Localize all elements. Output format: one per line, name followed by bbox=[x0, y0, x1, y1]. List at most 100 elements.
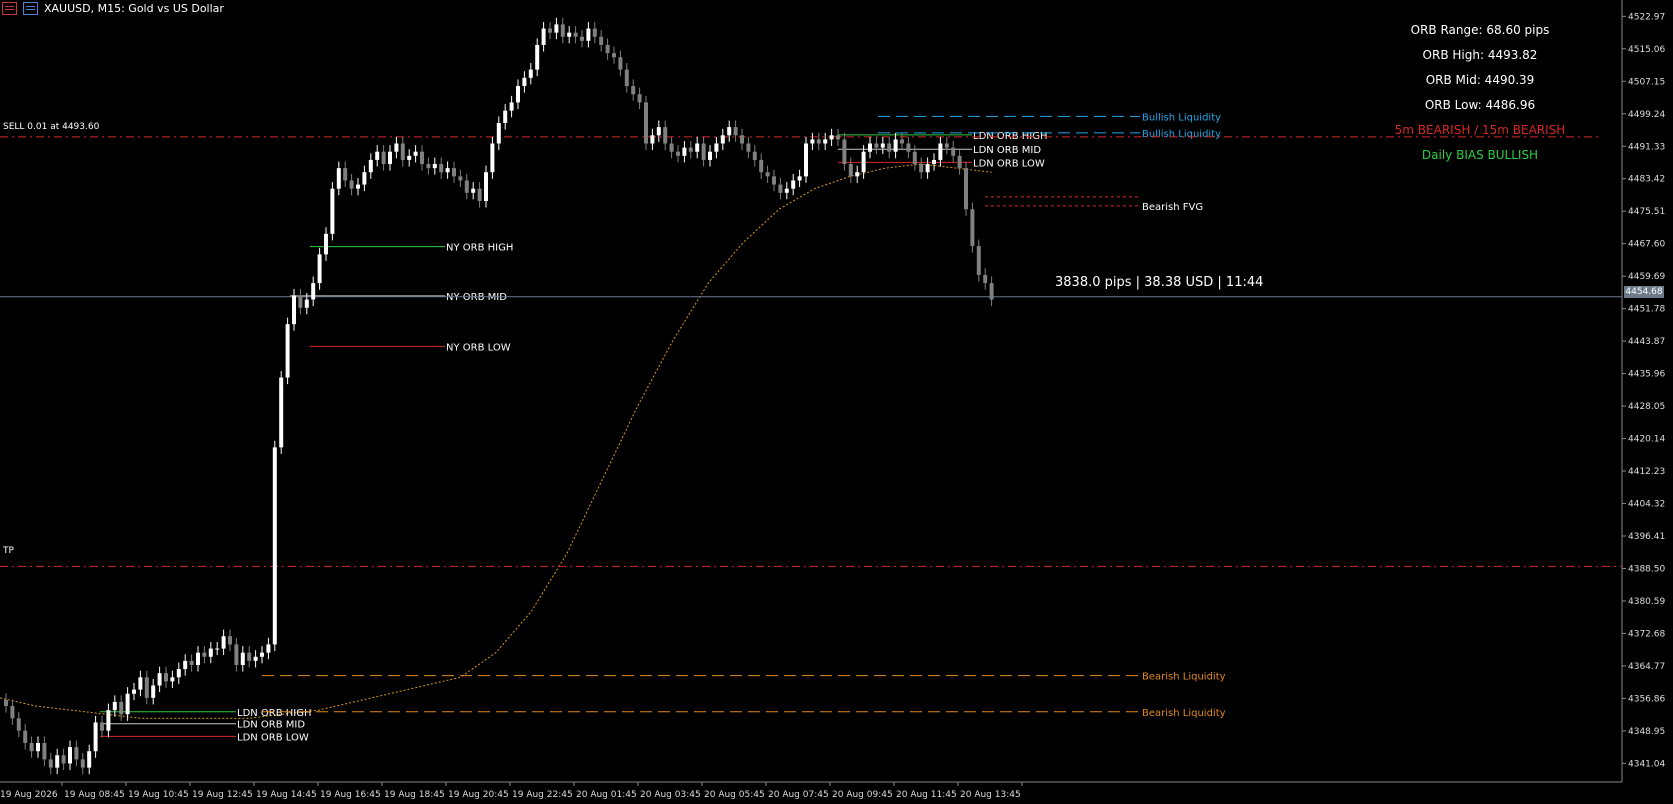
candle-body bbox=[420, 151, 424, 165]
price-tick-label: 4372.68 bbox=[1628, 629, 1665, 639]
candle-body bbox=[496, 122, 501, 144]
candle-body bbox=[343, 168, 348, 181]
chart-menu-icon[interactable] bbox=[2, 2, 17, 15]
candle-body bbox=[823, 139, 828, 144]
candle-body bbox=[298, 295, 303, 308]
level-label: Bullish Liquidity bbox=[1142, 129, 1221, 140]
time-tick-label: 20 Aug 09:45 bbox=[832, 790, 893, 800]
candle-body bbox=[10, 706, 15, 719]
candle-body bbox=[752, 151, 757, 160]
level-label: Bearish Liquidity bbox=[1142, 708, 1226, 719]
candle-body bbox=[490, 143, 495, 173]
candle-body bbox=[330, 188, 335, 234]
candle-body bbox=[535, 44, 540, 70]
daily-bias-text: Daily BIAS BULLISH bbox=[1421, 148, 1539, 162]
candle-body bbox=[458, 176, 463, 181]
price-tick-label: 4348.95 bbox=[1628, 727, 1665, 737]
candle-body bbox=[573, 32, 578, 37]
candle-body bbox=[407, 155, 412, 160]
candle-body bbox=[324, 233, 328, 255]
time-tick-label: 19 Aug 16:45 bbox=[320, 790, 381, 800]
candle-body bbox=[567, 32, 572, 37]
candle-body bbox=[477, 188, 482, 201]
candle-body bbox=[772, 176, 776, 185]
candle-body bbox=[637, 94, 642, 103]
time-tick-label: 19 Aug 22:45 bbox=[512, 790, 573, 800]
candle-body bbox=[599, 36, 604, 45]
candle-body bbox=[784, 188, 789, 193]
time-tick-label: 20 Aug 01:45 bbox=[576, 790, 637, 800]
sell-order-label[interactable]: SELL 0.01 at 4493.60 bbox=[3, 122, 99, 132]
candle-body bbox=[746, 143, 751, 152]
candle-body bbox=[266, 644, 271, 653]
price-tick-label: 4404.32 bbox=[1628, 500, 1665, 510]
time-tick-label: 19 Aug 18:45 bbox=[384, 790, 445, 800]
candle-body bbox=[708, 151, 712, 160]
candle-body bbox=[944, 143, 949, 148]
candle-body bbox=[279, 377, 284, 448]
candle-body bbox=[938, 143, 943, 160]
orb-high-text: ORB High: 4493.82 bbox=[1422, 48, 1538, 62]
candle-body bbox=[951, 147, 956, 156]
candle-body bbox=[983, 274, 988, 284]
take-profit-label[interactable]: TP bbox=[3, 546, 14, 556]
candle-body bbox=[765, 172, 770, 177]
candle-body bbox=[855, 172, 860, 177]
chart-title-bar: XAUUSD, M15: Gold vs US Dollar bbox=[2, 2, 224, 15]
candle-body bbox=[900, 139, 904, 144]
candle-body bbox=[720, 135, 725, 144]
bid-price-tag: 4454.68 bbox=[1624, 286, 1664, 298]
chart-window-icon[interactable] bbox=[23, 2, 38, 15]
candle-body bbox=[42, 742, 47, 760]
candle-body bbox=[183, 660, 188, 670]
candle-body bbox=[541, 28, 546, 45]
candle-body bbox=[586, 28, 591, 41]
level-label: LDN ORB MID bbox=[237, 720, 305, 731]
candle-body bbox=[842, 139, 847, 165]
candle-body bbox=[592, 28, 597, 37]
candle-body bbox=[663, 127, 668, 144]
candle-body bbox=[176, 669, 181, 678]
candle-body bbox=[516, 86, 520, 103]
candle-body bbox=[432, 164, 437, 169]
candle-body bbox=[669, 143, 674, 152]
level-label: LDN ORB LOW bbox=[237, 732, 309, 743]
candle-body bbox=[887, 143, 892, 152]
candle-body bbox=[74, 747, 79, 760]
candle-body bbox=[356, 184, 360, 189]
candle-body bbox=[304, 299, 309, 308]
price-tick-label: 4459.69 bbox=[1628, 272, 1665, 282]
candle-body bbox=[714, 143, 719, 152]
candle-body bbox=[132, 689, 136, 694]
candle-body bbox=[989, 283, 994, 300]
price-tick-label: 4515.06 bbox=[1628, 45, 1665, 55]
candle-body bbox=[932, 159, 936, 165]
candle-body bbox=[836, 135, 840, 140]
candle-body bbox=[503, 110, 508, 123]
candle-body bbox=[208, 648, 213, 657]
time-tick-label: 20 Aug 07:45 bbox=[768, 790, 829, 800]
candle-body bbox=[272, 447, 277, 645]
candle-body bbox=[848, 164, 853, 177]
timeframe-bias-text: 5m BEARISH / 15m BEARISH bbox=[1394, 123, 1566, 137]
candle-body bbox=[247, 652, 252, 661]
candle-body bbox=[80, 759, 85, 768]
candle-body bbox=[656, 127, 661, 136]
candle-body bbox=[151, 685, 156, 698]
candle-body bbox=[484, 172, 488, 201]
orb-mid-text: ORB Mid: 4490.39 bbox=[1425, 73, 1535, 87]
orb-range-text: ORB Range: 68.60 pips bbox=[1410, 23, 1550, 37]
candle-body bbox=[125, 693, 130, 715]
level-label: NY ORB LOW bbox=[446, 342, 511, 353]
candle-body bbox=[196, 652, 200, 665]
candle-body bbox=[170, 677, 175, 682]
candle-body bbox=[48, 759, 53, 768]
candle-body bbox=[362, 172, 367, 185]
candle-body bbox=[439, 164, 444, 173]
price-tick-label: 4443.87 bbox=[1628, 337, 1665, 347]
candle-body bbox=[119, 701, 124, 715]
time-tick-label: 19 Aug 14:45 bbox=[256, 790, 317, 800]
time-tick-label: 19 Aug 20:45 bbox=[448, 790, 509, 800]
candle-body bbox=[605, 44, 610, 54]
candle-body bbox=[560, 24, 565, 37]
